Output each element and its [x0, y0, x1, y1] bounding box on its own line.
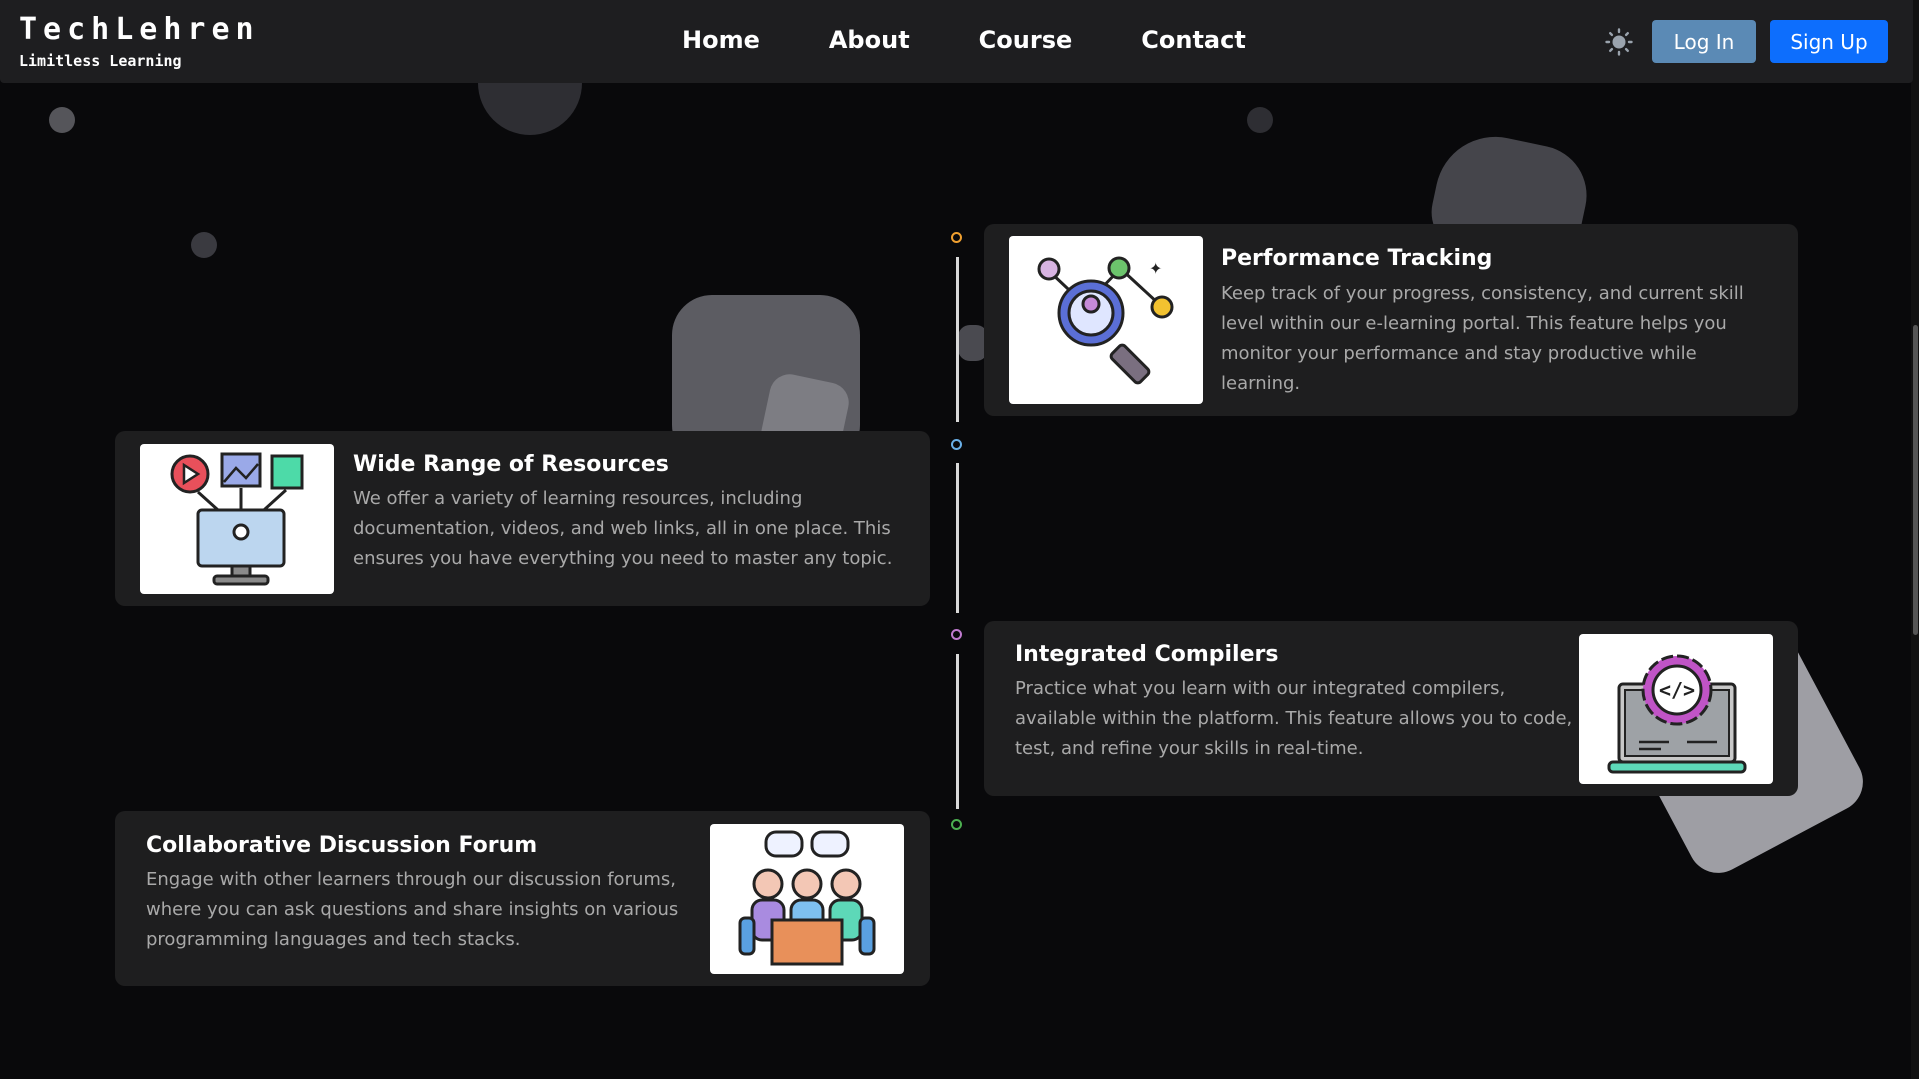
multimedia-monitor-icon [170, 452, 304, 586]
nav-links: Home About Course Contact [682, 26, 1315, 54]
brand-logo[interactable]: TechLehren Limitless Learning [19, 12, 260, 70]
feature-image: ✦ [1009, 236, 1203, 404]
brand-subtitle: Limitless Learning [19, 52, 182, 70]
feature-image [710, 824, 904, 974]
feature-card-forum: Collaborative Discussion Forum Engage wi… [115, 811, 930, 986]
team-discussion-icon [738, 830, 876, 966]
timeline-dot [951, 439, 962, 450]
sun-icon[interactable] [1605, 28, 1633, 56]
timeline-line [956, 654, 959, 809]
timeline-line [956, 257, 959, 422]
nav-course-link[interactable]: Course [979, 26, 1073, 54]
svg-text:</>: </> [1659, 678, 1695, 702]
navbar: TechLehren Limitless Learning Home About… [0, 0, 1913, 83]
scrollbar-thumb[interactable] [1913, 325, 1918, 635]
background-dot [1247, 107, 1273, 133]
timeline-dot [951, 629, 962, 640]
nav-about-link[interactable]: About [829, 26, 910, 54]
feature-description: Practice what you learn with our integra… [1015, 678, 1573, 759]
timeline-dot [951, 232, 962, 243]
analytics-magnifier-icon: ✦ [1037, 256, 1174, 385]
background-dot [191, 232, 217, 258]
feature-image: </> [1579, 634, 1773, 784]
nav-home-link[interactable]: Home [682, 26, 760, 54]
timeline-dot [951, 819, 962, 830]
feature-image [140, 444, 334, 594]
feature-card-resources: Wide Range of Resources We offer a varie… [115, 431, 930, 606]
feature-description: We offer a variety of learning resources… [353, 488, 893, 569]
feature-description: Engage with other learners through our d… [146, 869, 679, 950]
signup-button[interactable]: Sign Up [1770, 20, 1888, 63]
background-dot [49, 107, 75, 133]
feature-title: Collaborative Discussion Forum [146, 833, 538, 858]
timeline-line [956, 463, 959, 613]
svg-text:✦: ✦ [1149, 259, 1162, 278]
feature-title: Performance Tracking [1221, 246, 1493, 271]
nav-contact-link[interactable]: Contact [1141, 26, 1246, 54]
feature-card-performance: ✦ Performance Tracking Keep track of you… [984, 224, 1798, 416]
feature-title: Wide Range of Resources [353, 452, 669, 477]
feature-card-compilers: Integrated Compilers Practice what you l… [984, 621, 1798, 796]
code-gear-laptop-icon: </> [1607, 654, 1747, 774]
login-button[interactable]: Log In [1652, 20, 1756, 63]
brand-title: TechLehren [19, 12, 260, 47]
feature-description: Keep track of your progress, consistency… [1221, 283, 1744, 394]
feature-title: Integrated Compilers [1015, 642, 1279, 667]
